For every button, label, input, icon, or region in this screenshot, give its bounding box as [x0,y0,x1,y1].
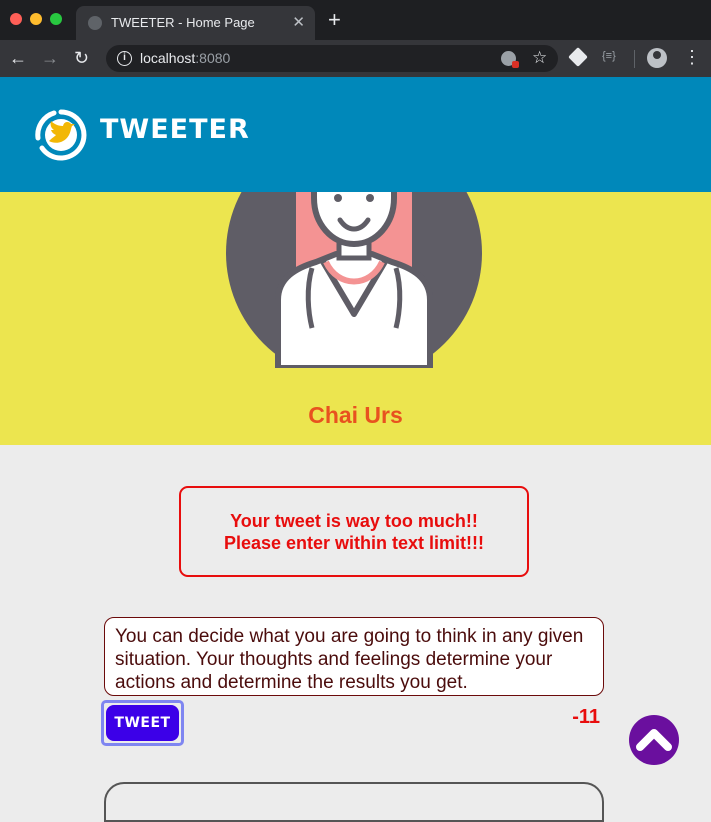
character-counter: -11 [572,706,600,728]
back-arrow-icon[interactable]: ← [9,48,27,68]
tweet-card [104,782,604,822]
bookmark-star-icon[interactable]: ☆ [532,48,547,68]
json-extension-icon[interactable]: {≡} [602,50,616,62]
globe-icon [88,16,102,30]
user-name: Chai Urs [308,402,403,428]
new-tab-button[interactable]: + [328,9,341,31]
tab-title: TWEETER - Home Page [111,15,255,30]
close-tab-icon[interactable]: ✕ [292,13,305,31]
tweet-button-label: TWEET [106,705,179,741]
chevron-up-icon [636,729,672,751]
maximize-window-button[interactable] [50,13,62,25]
browser-menu-icon[interactable]: ⋮ [683,47,701,67]
alert-message-line1: Your tweet is way too much!! [230,511,478,531]
reload-icon[interactable]: ↻ [74,48,89,68]
browser-toolbar: ← → ↻ i localhost:8080 ☆ {≡} ⋮ [0,40,711,77]
profile-avatar-icon[interactable] [647,48,667,68]
url-text[interactable]: localhost:8080 [140,50,230,66]
brand-title[interactable]: TWEETER [100,114,250,145]
profile-banner: Chai Urs [0,192,711,445]
user-avatar [226,192,482,368]
tweet-button[interactable]: TWEET [101,700,184,746]
scroll-to-top-button[interactable] [629,715,679,765]
git-extension-icon[interactable] [568,47,588,67]
address-bar[interactable]: i localhost:8080 ☆ [106,45,558,72]
info-icon[interactable]: i [117,51,132,66]
tweeter-logo-icon[interactable] [34,108,88,162]
toolbar-divider [634,50,635,68]
blocked-content-icon[interactable] [501,51,519,68]
forward-arrow-icon[interactable]: → [41,48,59,68]
minimize-window-button[interactable] [30,13,42,25]
close-window-button[interactable] [10,13,22,25]
tweet-input[interactable]: You can decide what you are going to thi… [104,617,604,696]
browser-tab[interactable]: TWEETER - Home Page ✕ [76,6,315,40]
alert-message-line2: Please enter within text limit!!! [223,533,485,553]
browser-titlebar: TWEETER - Home Page ✕ + [0,0,711,40]
error-alert: Your tweet is way too much!! Please ente… [179,486,529,577]
site-header: TWEETER [0,77,711,192]
